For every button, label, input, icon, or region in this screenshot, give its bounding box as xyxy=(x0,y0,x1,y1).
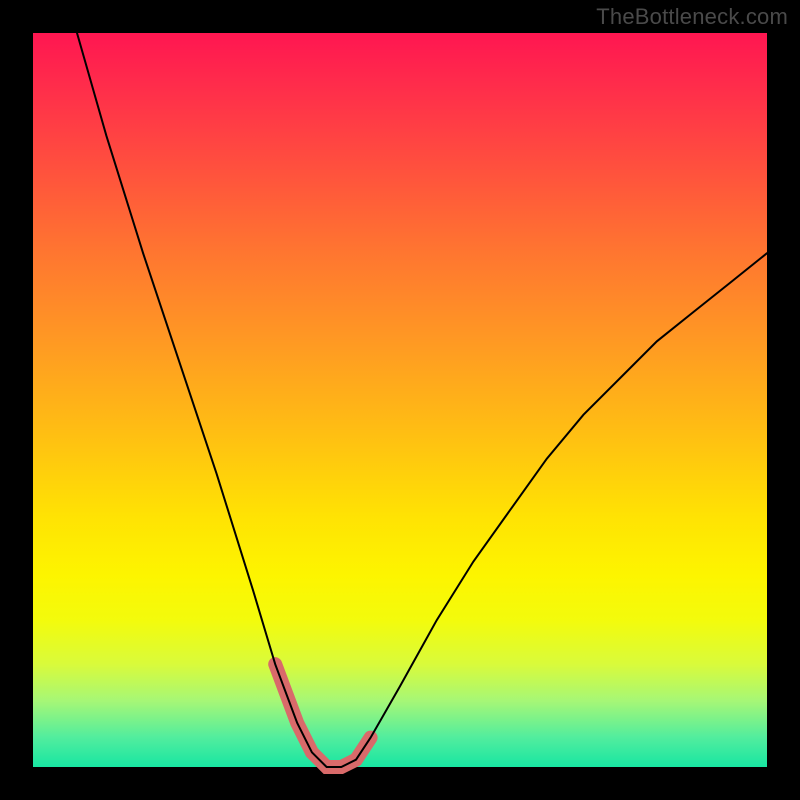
bottleneck-curve-line xyxy=(77,33,767,767)
curve-svg xyxy=(33,33,767,767)
bottleneck-curve-highlight xyxy=(275,664,370,767)
watermark-text: TheBottleneck.com xyxy=(596,4,788,30)
chart-frame: TheBottleneck.com xyxy=(0,0,800,800)
plot-area xyxy=(33,33,767,767)
